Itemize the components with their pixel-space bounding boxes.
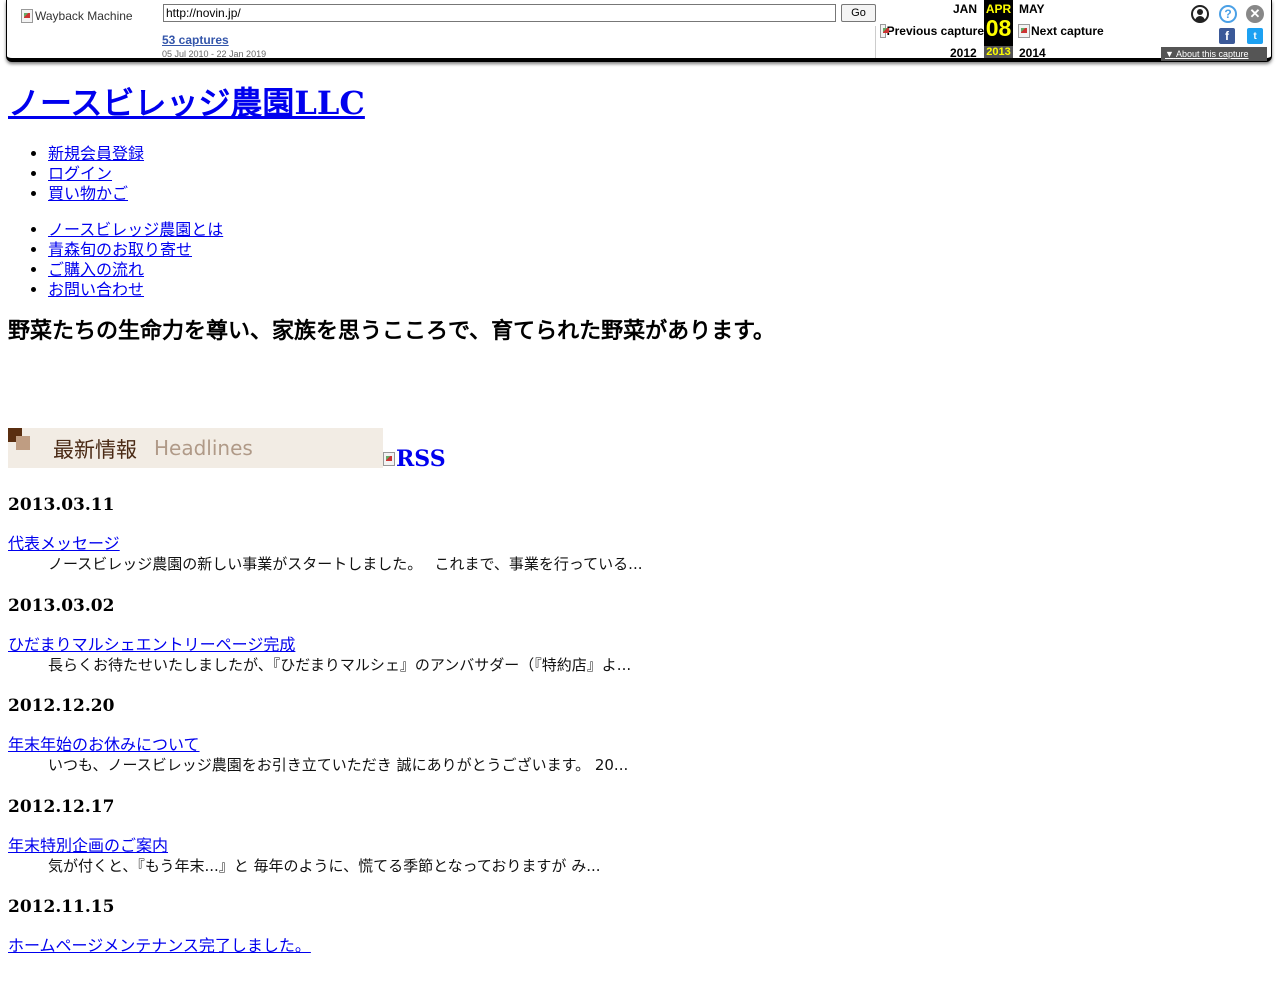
broken-image-icon bbox=[880, 24, 889, 38]
next-month-link[interactable]: MAY bbox=[1019, 2, 1045, 16]
main-menu-item: ご購入の流れ bbox=[48, 260, 223, 280]
twitter-icon[interactable]: t bbox=[1247, 28, 1263, 44]
current-month: APR bbox=[985, 2, 1012, 16]
go-button[interactable]: Go bbox=[841, 4, 876, 22]
news-item: 2013.03.11 代表メッセージ ノースビレッジ農園の新しい事業がスタートし… bbox=[8, 493, 1268, 594]
rss-icon bbox=[383, 452, 395, 466]
caret-down-icon: ▼ bbox=[1165, 49, 1174, 59]
headlines-title-en: Headlines bbox=[154, 436, 253, 460]
cart-link[interactable]: 買い物かご bbox=[48, 184, 128, 203]
login-link[interactable]: ログイン bbox=[48, 164, 112, 183]
news-title-link[interactable]: 年末特別企画のご案内 bbox=[8, 835, 168, 857]
news-item: 2012.12.20 年末年始のお休みについて いつも、ノースビレッジ農園をお引… bbox=[8, 694, 1268, 795]
news-title-link[interactable]: 代表メッセージ bbox=[8, 533, 120, 555]
news-item: 2012.12.17 年末特別企画のご案内 気が付くと、『もう年末...』と 毎… bbox=[8, 795, 1268, 896]
order-link[interactable]: 青森旬のお取り寄せ bbox=[48, 240, 192, 259]
prev-year-link[interactable]: 2012 bbox=[950, 46, 977, 60]
wayback-toolbar: Wayback Machine Go 53 captures 05 Jul 20… bbox=[6, 0, 1272, 62]
purchase-flow-link[interactable]: ご購入の流れ bbox=[48, 260, 144, 279]
news-title-link[interactable]: 年末年始のお休みについて bbox=[8, 734, 200, 756]
tagline: 野菜たちの生命力を尊い、家族を思うこころで、育てられた野菜があります。 bbox=[8, 319, 775, 344]
headlines-banner: 最新情報 Headlines bbox=[8, 428, 383, 468]
user-menu: 新規会員登録 ログイン 買い物かご bbox=[8, 144, 144, 204]
news-excerpt: 長らくお待たせいたしましたが、『ひだまりマルシェ』のアンバサダー（『特約店』よ.… bbox=[48, 655, 632, 674]
news-title-link[interactable]: ホームページメンテナンス完了しました。 bbox=[8, 935, 311, 957]
register-link[interactable]: 新規会員登録 bbox=[48, 144, 144, 163]
user-menu-item: ログイン bbox=[48, 164, 144, 184]
banner-square-icon bbox=[16, 436, 30, 450]
news-date: 2012.12.17 bbox=[8, 796, 115, 817]
news-excerpt: 気が付くと、『もう年末...』と 毎年のように、慌てる季節となっておりますが み… bbox=[48, 856, 601, 875]
user-menu-item: 新規会員登録 bbox=[48, 144, 144, 164]
news-item: 2012.11.15 ホームページメンテナンス完了しました。 bbox=[8, 895, 1268, 996]
about-capture-button[interactable]: ▼ About this capture bbox=[1161, 47, 1267, 61]
facebook-icon[interactable]: f bbox=[1219, 28, 1235, 44]
capture-date-range: 05 Jul 2010 - 22 Jan 2019 bbox=[162, 49, 267, 59]
news-excerpt: いつも、ノースビレッジ農園をお引き立ていただき 誠にありがとうございます。 20… bbox=[48, 756, 629, 774]
rss-link[interactable]: RSS bbox=[383, 446, 446, 472]
contact-link[interactable]: お問い合わせ bbox=[48, 280, 144, 299]
site-title: ノースビレッジ農園LLC bbox=[8, 80, 365, 126]
close-icon[interactable]: ✕ bbox=[1246, 5, 1264, 23]
site-title-link[interactable]: ノースビレッジ農園LLC bbox=[8, 84, 365, 122]
next-year-link[interactable]: 2014 bbox=[1019, 46, 1046, 60]
about-capture-label: About this capture bbox=[1175, 49, 1249, 59]
news-excerpt: ノースビレッジ農園の新しい事業がスタートしました。 これまで、事業を行っている.… bbox=[48, 555, 643, 573]
previous-capture-link[interactable]: Previous capture bbox=[880, 24, 984, 38]
wayback-logo-alt: Wayback Machine bbox=[35, 9, 133, 23]
broken-image-icon bbox=[21, 9, 33, 23]
next-capture-label: Next capture bbox=[1031, 24, 1104, 38]
prev-month-link[interactable]: JAN bbox=[953, 2, 977, 16]
current-day: 08 bbox=[985, 15, 1012, 41]
main-menu-item: ノースビレッジ農園とは bbox=[48, 220, 223, 240]
news-date: 2013.03.02 bbox=[8, 595, 115, 616]
about-link[interactable]: ノースビレッジ農園とは bbox=[48, 220, 223, 239]
toolbar-divider bbox=[875, 26, 876, 58]
news-item: 2013.03.02 ひだまりマルシェエントリーページ完成 長らくお待たせいたし… bbox=[8, 594, 1268, 695]
next-capture-link[interactable]: Next capture bbox=[1018, 24, 1104, 38]
news-title-link[interactable]: ひだまりマルシェエントリーページ完成 bbox=[8, 634, 295, 656]
url-input[interactable] bbox=[163, 4, 836, 22]
news-list: 2013.03.11 代表メッセージ ノースビレッジ農園の新しい事業がスタートし… bbox=[8, 493, 1268, 996]
news-date: 2012.12.20 bbox=[8, 696, 115, 716]
main-menu-item: 青森旬のお取り寄せ bbox=[48, 240, 223, 260]
user-menu-item: 買い物かご bbox=[48, 184, 144, 204]
user-icon[interactable] bbox=[1191, 5, 1209, 23]
news-date: 2012.11.15 bbox=[8, 897, 115, 917]
current-capture-date: APR 08 2013 bbox=[984, 0, 1013, 61]
broken-image-icon bbox=[1018, 24, 1030, 38]
news-date: 2013.03.11 bbox=[8, 495, 115, 515]
captures-link[interactable]: 53 captures bbox=[162, 33, 229, 47]
current-year: 2013 bbox=[984, 46, 1013, 58]
help-icon[interactable]: ? bbox=[1219, 5, 1237, 23]
rss-alt-text: RSS bbox=[396, 446, 446, 472]
wayback-logo[interactable]: Wayback Machine bbox=[21, 9, 133, 23]
main-menu: ノースビレッジ農園とは 青森旬のお取り寄せ ご購入の流れ お問い合わせ bbox=[8, 220, 223, 300]
main-menu-item: お問い合わせ bbox=[48, 280, 223, 300]
headlines-title-jp: 最新情報 bbox=[53, 438, 137, 462]
previous-capture-label: Previous capture bbox=[886, 24, 984, 38]
